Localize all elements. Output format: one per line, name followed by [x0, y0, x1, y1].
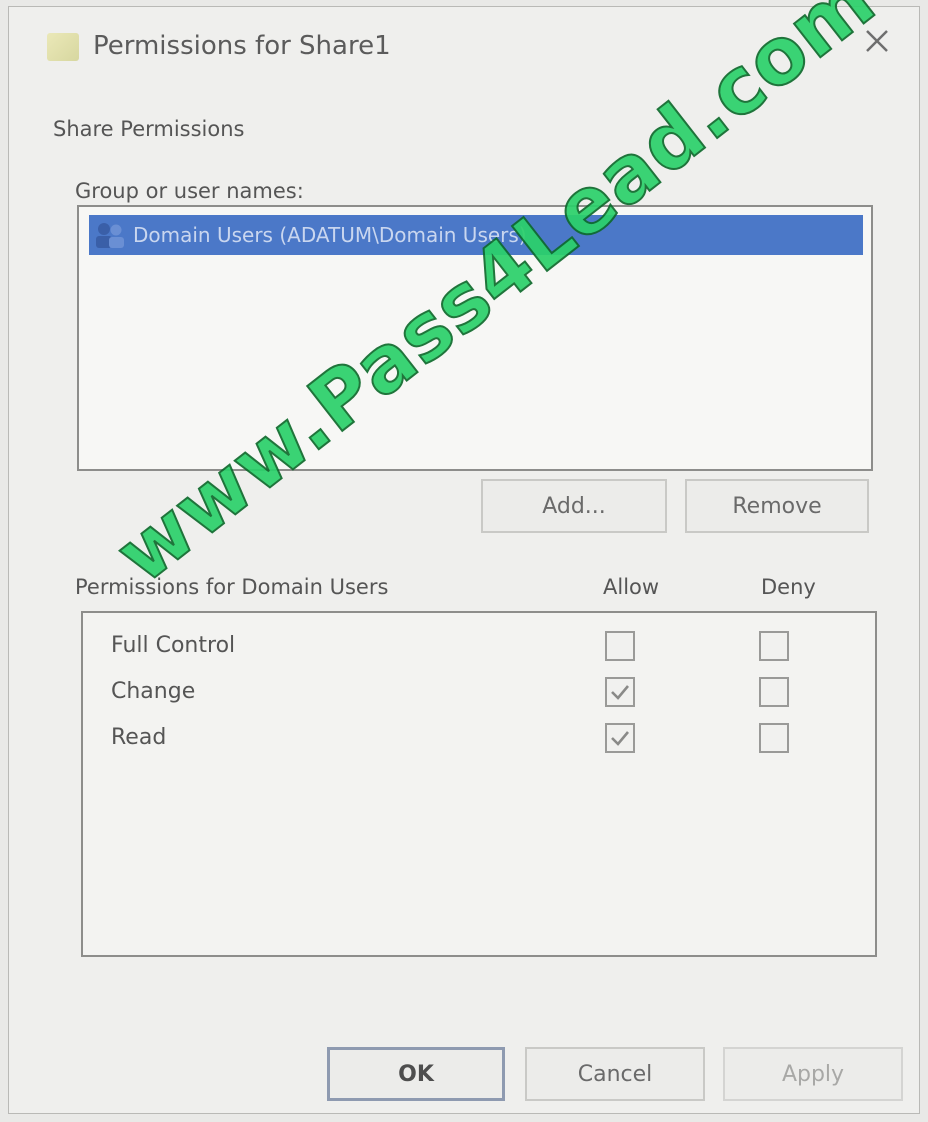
- change-deny-checkbox[interactable]: [759, 677, 789, 707]
- group-or-user-names-label: Group or user names:: [75, 179, 304, 203]
- close-icon: [866, 30, 888, 52]
- allow-column-header: Allow: [603, 575, 660, 599]
- remove-button[interactable]: Remove: [685, 479, 869, 533]
- permissions-list: Full Control Change Read: [81, 611, 877, 957]
- share-folder-icon: [47, 33, 79, 61]
- close-button[interactable]: [855, 21, 899, 61]
- permissions-for-label: Permissions for Domain Users: [75, 575, 389, 599]
- permission-name: Change: [111, 679, 196, 704]
- read-deny-checkbox[interactable]: [759, 723, 789, 753]
- checkmark-icon: [611, 685, 629, 700]
- checkmark-icon: [611, 731, 629, 746]
- remove-button-label: Remove: [732, 493, 822, 519]
- list-item-domain-users[interactable]: Domain Users (ADATUM\Domain Users): [89, 215, 863, 255]
- apply-button-label: Apply: [781, 1061, 845, 1087]
- permissions-dialog: Permissions for Share1 Share Permissions…: [8, 6, 920, 1114]
- permission-name: Read: [111, 725, 167, 750]
- change-allow-checkbox[interactable]: [605, 677, 635, 707]
- window-title: Permissions for Share1: [93, 31, 391, 61]
- full-control-deny-checkbox[interactable]: [759, 631, 789, 661]
- list-item-label: Domain Users (ADATUM\Domain Users): [133, 223, 527, 247]
- full-control-allow-checkbox[interactable]: [605, 631, 635, 661]
- read-allow-checkbox[interactable]: [605, 723, 635, 753]
- add-button[interactable]: Add...: [481, 479, 667, 533]
- ok-button[interactable]: OK: [327, 1047, 505, 1101]
- permission-row-change: Change: [83, 671, 875, 715]
- cancel-button[interactable]: Cancel: [525, 1047, 705, 1101]
- users-group-icon: [96, 223, 124, 248]
- share-permissions-tab-label[interactable]: Share Permissions: [53, 117, 244, 141]
- ok-button-label: OK: [398, 1061, 434, 1087]
- permission-name: Full Control: [111, 633, 236, 658]
- cancel-button-label: Cancel: [577, 1061, 653, 1087]
- add-button-label: Add...: [542, 493, 606, 519]
- title-bar: Permissions for Share1: [9, 7, 919, 87]
- permission-row-full-control: Full Control: [83, 625, 875, 669]
- apply-button[interactable]: Apply: [723, 1047, 903, 1101]
- group-user-listbox[interactable]: Domain Users (ADATUM\Domain Users): [77, 205, 873, 471]
- deny-column-header: Deny: [761, 575, 816, 599]
- permission-row-read: Read: [83, 717, 875, 761]
